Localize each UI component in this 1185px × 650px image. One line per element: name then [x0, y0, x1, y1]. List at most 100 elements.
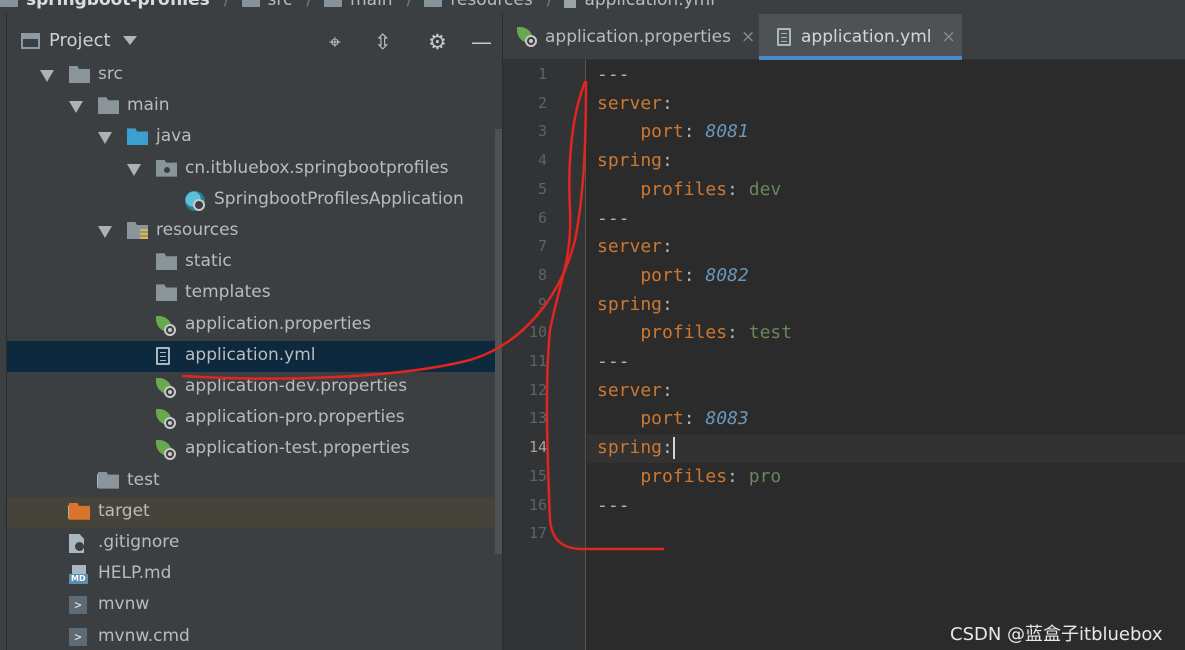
code-token: ---: [597, 494, 630, 516]
breadcrumb-item-src[interactable]: src: [241, 0, 292, 10]
code-token: profiles: [597, 178, 728, 200]
code-line: port: 8082: [597, 264, 749, 286]
resources-folder-icon: [424, 0, 443, 7]
tree-item[interactable]: application-pro.properties: [7, 403, 502, 434]
collapse-all-icon[interactable]: ⇳: [374, 30, 392, 54]
tree-item[interactable]: static: [7, 247, 502, 278]
line-number: 16: [528, 495, 547, 514]
expand-arrow-icon[interactable]: [98, 226, 112, 238]
line-number: 14: [528, 438, 547, 457]
tree-item-label: test: [127, 469, 160, 490]
breadcrumb-item-file[interactable]: application.yml: [564, 0, 715, 10]
tree-item[interactable]: application.properties: [7, 310, 502, 341]
tree-item[interactable]: main: [7, 91, 502, 122]
line-number: 9: [537, 294, 547, 313]
tree-item[interactable]: .gitignore: [7, 528, 502, 559]
breadcrumb-item-resources[interactable]: resources: [424, 0, 533, 10]
tree-item[interactable]: resources: [7, 216, 502, 247]
hide-panel-icon[interactable]: —: [471, 30, 492, 54]
line-number: 12: [528, 380, 547, 399]
project-view-selector[interactable]: Project: [21, 30, 137, 51]
code-token: ---: [597, 207, 630, 229]
yaml-file-icon: [564, 0, 577, 8]
shell-script-icon: >: [69, 596, 87, 615]
tree-item[interactable]: templates: [7, 278, 502, 309]
tree-item[interactable]: test: [7, 466, 502, 497]
project-window-icon: [21, 32, 40, 49]
code-token: 8082: [705, 264, 749, 286]
text-cursor: [672, 437, 675, 460]
line-number: 1: [537, 65, 547, 83]
code-token: server: [597, 379, 663, 401]
code-token: spring: [597, 150, 663, 172]
close-icon[interactable]: ×: [741, 27, 755, 47]
code-line: port: 8083: [597, 408, 748, 429]
tree-item-label: src: [98, 64, 123, 84]
breadcrumb-item-main[interactable]: main: [324, 0, 393, 10]
yaml-file-icon: [777, 28, 791, 46]
expand-arrow-icon[interactable]: [40, 70, 54, 82]
code-token: ---: [597, 64, 630, 85]
source-folder-icon: [127, 128, 148, 146]
code-token: 8081: [705, 121, 749, 143]
locate-icon[interactable]: ⌖: [329, 30, 341, 55]
tree-item[interactable]: application.yml: [7, 340, 502, 372]
tree-item-label: .gitignore: [98, 532, 180, 552]
tree-item[interactable]: > mvnw.cmd: [7, 622, 502, 650]
spring-app-icon: [185, 190, 205, 211]
line-number-gutter[interactable]: 1 2 3 4 5 6 7 8 9 10 11 12 13 14 15 16 17: [503, 60, 586, 650]
code-token: dev: [748, 178, 782, 200]
code-editor[interactable]: --- server: port: 8081 spring: profiles: d…: [587, 60, 1185, 650]
line-number: 15: [528, 466, 547, 485]
tree-item[interactable]: > mvnw: [7, 590, 502, 621]
folder-icon: [324, 0, 343, 7]
tree-item[interactable]: application-dev.properties: [7, 372, 502, 403]
project-scrollbar[interactable]: [495, 129, 502, 554]
line-number: 13: [528, 409, 547, 428]
tree-item[interactable]: SpringbootProfilesApplication: [7, 185, 502, 216]
gitignore-file-icon: [69, 534, 84, 553]
project-title: Project: [49, 30, 111, 51]
tree-item-label: templates: [185, 282, 271, 303]
chevron-down-icon: [122, 36, 137, 45]
code-token: :: [727, 322, 749, 344]
tab-application-yml[interactable]: application.yml ×: [759, 14, 962, 60]
tree-item[interactable]: MD HELP.md: [7, 559, 502, 590]
editor-tab-bar: application.properties × application.yml…: [503, 14, 1185, 60]
spring-properties-icon: [156, 378, 176, 398]
project-panel: Project ⌖ ⇳ ⚙ — src main java cn.itbluebox.…: [7, 14, 502, 650]
code-token: :: [662, 150, 673, 172]
expand-arrow-icon[interactable]: [98, 132, 112, 145]
tree-item-label: SpringbootProfilesApplication: [214, 188, 464, 209]
tree-item-label: mvnw.cmd: [98, 625, 190, 646]
close-icon[interactable]: ×: [942, 27, 956, 47]
code-line: port: 8081: [597, 121, 749, 143]
tree-item[interactable]: application-test.properties: [7, 434, 502, 465]
spring-properties-icon: [156, 440, 176, 461]
code-line: profiles: dev: [597, 179, 781, 200]
gear-icon[interactable]: ⚙: [428, 30, 447, 54]
tree-item[interactable]: src: [7, 60, 502, 91]
expand-arrow-icon[interactable]: [127, 163, 141, 176]
breadcrumb: springboot-profiles / src / main / resource…: [0, 0, 729, 10]
tree-item-label: application.yml: [185, 344, 316, 365]
code-token: :: [662, 236, 673, 258]
tab-application-properties[interactable]: application.properties ×: [503, 14, 757, 60]
breadcrumb-separator: /: [223, 0, 230, 10]
code-token: spring: [597, 437, 663, 459]
tree-item[interactable]: target: [7, 496, 502, 528]
tree-item[interactable]: java: [7, 122, 502, 153]
code-line: spring:: [597, 294, 673, 315]
tree-item-label: HELP.md: [98, 563, 172, 584]
tree-item-label: mvnw: [98, 594, 150, 615]
code-token: profiles: [597, 322, 728, 344]
tree-item-label: application.properties: [185, 313, 371, 334]
expand-arrow-icon[interactable]: [69, 101, 83, 114]
folder-icon: [69, 66, 90, 83]
breadcrumb-item-project[interactable]: springboot-profiles: [0, 0, 210, 10]
markdown-file-icon: MD: [69, 565, 91, 585]
tree-item-label: application-dev.properties: [185, 376, 408, 396]
code-token: :: [662, 293, 673, 315]
code-token: :: [727, 178, 749, 200]
tree-item[interactable]: cn.itbluebox.springbootprofiles: [7, 154, 502, 185]
